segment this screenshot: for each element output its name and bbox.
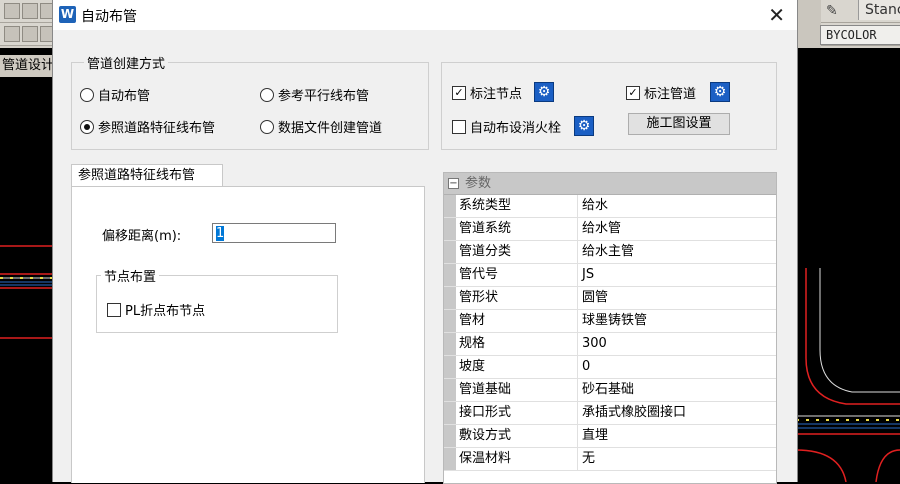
offset-distance-label: 偏移距离(m): [102,229,182,244]
parameter-name: 敷设方式 [456,425,578,447]
radio-label: 参考平行线布管 [278,89,370,104]
parameter-row[interactable]: 管道系统 给水管 [444,218,776,241]
parameter-name: 管道系统 [456,218,578,240]
parameter-value[interactable]: 给水主管 [578,241,776,263]
auto-hydrant-settings-gear-icon[interactable]: ⚙ [574,116,594,136]
radio-label: 自动布管 [98,89,151,104]
mark-nodes-settings-gear-icon[interactable]: ⚙ [534,82,554,102]
parameter-row[interactable]: 敷设方式 直埋 [444,425,776,448]
mark-nodes-checkbox[interactable]: ✓ 标注节点 [452,83,522,102]
left-road-lines [0,245,52,339]
parameter-row[interactable]: 管道分类 给水主管 [444,241,776,264]
create-mode-group-title: 管道创建方式 [84,53,169,72]
parameter-row[interactable]: 管形状 圆管 [444,287,776,310]
node-layout-group-title: 节点布置 [101,266,160,285]
mark-pipes-settings-gear-icon[interactable]: ⚙ [710,82,730,102]
radio-label: 参照道路特征线布管 [98,121,216,136]
checkbox-box[interactable]: ✓ [626,85,640,100]
radio-label: 数据文件创建管道 [278,121,383,136]
parameter-name: 接口形式 [456,402,578,424]
parameter-rows: 系统类型 给水 管道系统 给水管 管道分类 给水主管 管代号 JS 管形状 圆管 管材 球墨… [444,195,776,471]
cad-tool-icon[interactable] [22,3,38,19]
mark-pipes-checkbox[interactable]: ✓ 标注管道 [626,83,696,102]
radio-auto-pipe[interactable]: 自动布管 [80,85,150,104]
parameter-value[interactable]: 直埋 [578,425,776,447]
construction-drawing-settings-button[interactable]: 施工图设置 [628,113,730,135]
parameter-grid-header[interactable]: − 参数 [444,173,776,195]
cad-menu-tab[interactable]: 管道设计 [0,55,58,77]
checkbox-label: 标注管道 [644,87,697,102]
parameter-value[interactable]: 球墨铸铁管 [578,310,776,332]
app-logo-icon: W [59,6,76,23]
close-button[interactable]: ✕ [768,3,785,27]
collapse-icon[interactable]: − [448,178,459,189]
parameter-value[interactable]: 承插式橡胶圈接口 [578,402,776,424]
checkbox-box[interactable]: ✓ [452,85,466,100]
node-layout-group: 节点布置 PL折点布节点 [96,266,338,333]
pen-icon[interactable]: ✎ [826,3,838,19]
parameter-header-label: 参数 [465,176,492,191]
parameter-name: 管道基础 [456,379,578,401]
dialog-title: 自动布管 [81,9,137,25]
parameter-name: 保温材料 [456,448,578,470]
right-road-lines [795,268,900,482]
parameter-value[interactable]: 圆管 [578,287,776,309]
parameter-value[interactable]: 给水管 [578,218,776,240]
cad-tool-icon[interactable] [4,3,20,19]
parameter-row[interactable]: 管材 球墨铸铁管 [444,310,776,333]
parameter-name: 管道分类 [456,241,578,263]
parameter-row[interactable]: 系统类型 给水 [444,195,776,218]
parameter-name: 规格 [456,333,578,355]
parameter-name: 坡度 [456,356,578,378]
parameter-row[interactable]: 坡度 0 [444,356,776,379]
cad-toolbar-strip [796,0,821,48]
parameter-name: 系统类型 [456,195,578,217]
parameter-row[interactable]: 接口形式 承插式橡胶圈接口 [444,402,776,425]
parameter-grid: − 参数 系统类型 给水 管道系统 给水管 管道分类 给水主管 管代号 JS 管形状 圆管 … [443,172,777,484]
parameter-row[interactable]: 管道基础 砂石基础 [444,379,776,402]
parameter-value[interactable]: 无 [578,448,776,470]
parameter-name: 管形状 [456,287,578,309]
dialog-titlebar[interactable]: W 自动布管 ✕ [53,0,797,30]
checkbox-box[interactable] [107,302,121,317]
tab-road-feature-line[interactable]: 参照道路特征线布管 [71,164,223,187]
cad-tool-icon[interactable] [4,26,20,42]
parameter-value[interactable]: 给水 [578,195,776,217]
parameter-row[interactable]: 管代号 JS [444,264,776,287]
text-style-select[interactable]: Stanc [858,0,900,20]
radio-circle[interactable] [260,87,274,102]
auto-hydrant-checkbox[interactable]: 自动布设消火栓 [452,117,574,136]
parameter-name: 管代号 [456,264,578,286]
parameter-value[interactable]: 0 [578,356,776,378]
road-feature-tab-panel: 偏移距离(m): 1 节点布置 PL折点布节点 [71,186,425,483]
parameter-value[interactable]: 300 [578,333,776,355]
radio-circle[interactable] [80,87,94,102]
checkbox-label: 自动布设消火栓 [470,121,562,136]
checkbox-box[interactable] [452,119,466,134]
offset-distance-input[interactable]: 1 [212,223,336,243]
radio-circle[interactable] [260,119,274,134]
parameter-name: 管材 [456,310,578,332]
offset-distance-value: 1 [216,226,225,241]
radio-parallel-line[interactable]: 参考平行线布管 [260,85,369,104]
parameter-row[interactable]: 规格 300 [444,333,776,356]
create-mode-group: 管道创建方式 自动布管 参考平行线布管 参照道路特征线布管 数据文件创建管道 [71,53,429,150]
annotation-group: ✓ 标注节点 ⚙ ✓ 标注管道 ⚙ 自动布设消火栓 ⚙ 施工图设置 [441,62,777,150]
checkbox-label: 标注节点 [470,87,523,102]
parameter-row[interactable]: 保温材料无 [444,448,776,471]
radio-circle-selected[interactable] [80,119,94,134]
auto-pipe-dialog: W 自动布管 ✕ 管道创建方式 自动布管 参考平行线布管 参照道路特征线布管 数… [52,0,798,484]
cad-lightbulb-icon[interactable] [22,26,38,42]
parameter-value[interactable]: JS [578,264,776,286]
parameter-value[interactable]: 砂石基础 [578,379,776,401]
pl-node-checkbox[interactable]: PL折点布节点 [107,300,205,319]
checkbox-label: PL折点布节点 [125,304,206,319]
radio-road-feature-line[interactable]: 参照道路特征线布管 [80,117,215,136]
radio-data-file[interactable]: 数据文件创建管道 [260,117,382,136]
color-select[interactable]: BYCOLOR [820,25,900,45]
